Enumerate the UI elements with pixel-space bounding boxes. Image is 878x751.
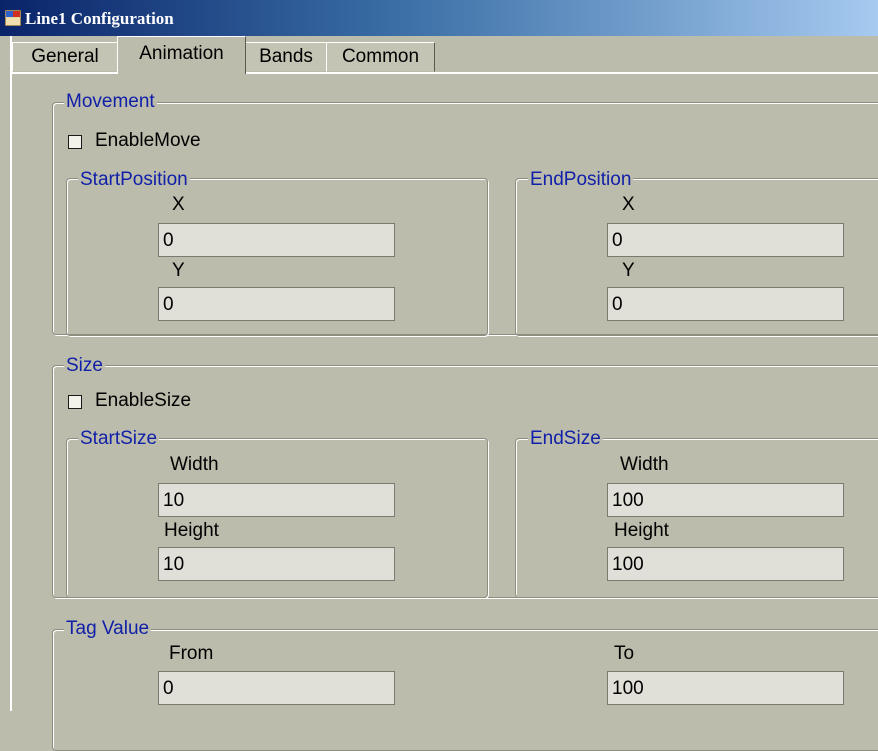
enable-size-checkbox[interactable] <box>68 395 82 409</box>
start-height-input[interactable]: 10 <box>158 547 395 581</box>
start-x-input[interactable]: 0 <box>158 223 395 257</box>
from-label: From <box>169 643 214 664</box>
end-width-input[interactable]: 100 <box>607 483 844 517</box>
start-width-label: Width <box>170 454 219 475</box>
start-size-legend: StartSize <box>78 428 160 449</box>
window-title: Line1 Configuration <box>25 9 174 28</box>
end-size-legend: EndSize <box>528 428 603 449</box>
to-label: To <box>614 643 635 664</box>
start-position-legend: StartPosition <box>78 169 190 190</box>
start-height-label: Height <box>164 520 219 541</box>
end-x-input[interactable]: 0 <box>607 223 844 257</box>
from-input[interactable]: 0 <box>158 671 395 705</box>
tab-bands[interactable]: Bands <box>245 42 327 72</box>
end-height-label: Height <box>614 520 669 541</box>
title-bar[interactable]: Line1 Configuration <box>0 0 878 36</box>
enable-move-label: EnableMove <box>95 130 201 151</box>
start-y-label: Y <box>172 260 185 281</box>
panel-left-border <box>0 36 12 711</box>
tab-common[interactable]: Common <box>326 42 435 72</box>
end-y-label: Y <box>622 260 635 281</box>
end-x-label: X <box>622 194 635 215</box>
enable-size-label: EnableSize <box>95 390 192 411</box>
tab-animation[interactable]: Animation <box>117 36 246 74</box>
tag-value-legend: Tag Value <box>64 618 152 639</box>
animation-panel: Movement EnableMove StartPosition X 0 Y … <box>12 74 878 751</box>
start-x-label: X <box>172 194 185 215</box>
start-width-input[interactable]: 10 <box>158 483 395 517</box>
movement-legend: Movement <box>64 91 157 112</box>
tab-general[interactable]: General <box>12 42 118 72</box>
end-height-input[interactable]: 100 <box>607 547 844 581</box>
end-y-input[interactable]: 0 <box>607 287 844 321</box>
end-position-legend: EndPosition <box>528 169 634 190</box>
app-icon <box>5 10 21 26</box>
start-y-input[interactable]: 0 <box>158 287 395 321</box>
size-legend: Size <box>64 355 105 376</box>
enable-move-checkbox[interactable] <box>68 135 82 149</box>
end-width-label: Width <box>620 454 669 475</box>
to-input[interactable]: 100 <box>607 671 844 705</box>
